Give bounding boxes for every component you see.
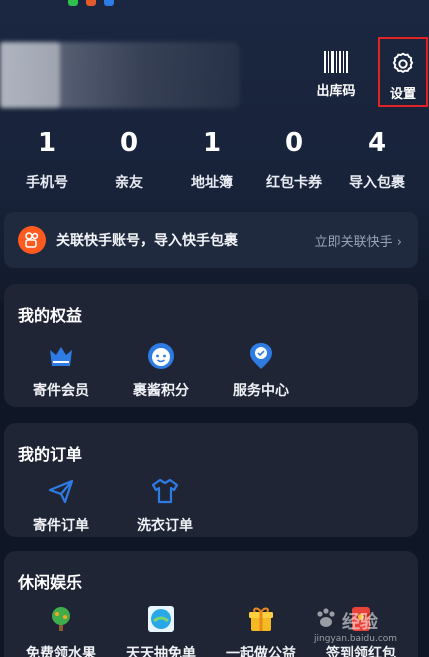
- stat-coupons[interactable]: 0 红包卡券: [254, 128, 334, 192]
- stat-value: 1: [37, 128, 57, 158]
- shirt-icon: [151, 478, 179, 504]
- send-orders-item[interactable]: 寄件订单: [18, 475, 104, 535]
- mascot-icon: [148, 343, 174, 369]
- settings-button[interactable]: 设置: [378, 37, 428, 107]
- stat-value: 0: [119, 128, 139, 158]
- charity-item[interactable]: 一起做公益: [218, 603, 304, 657]
- free-fruit-item[interactable]: 免费领水果: [18, 603, 104, 657]
- stat-label: 导入包裹: [349, 175, 405, 191]
- kuaishou-link-banner[interactable]: 关联快手账号，导入快手包裹 立即关联快手 ›: [4, 212, 418, 268]
- lottery-icon: [148, 606, 174, 632]
- profile-info-blurred[interactable]: [0, 42, 240, 108]
- stat-phone[interactable]: 1 手机号: [7, 128, 87, 192]
- stat-value: 1: [202, 128, 222, 158]
- paw-logo-icon: [317, 608, 335, 627]
- stat-label: 亲友: [115, 175, 143, 191]
- watermark: 经验 jingyan.baidu.com: [310, 606, 420, 650]
- watermark-url: jingyan.baidu.com: [314, 634, 398, 644]
- crown-icon: [50, 347, 72, 366]
- kuaishou-icon: [18, 226, 46, 254]
- stat-label: 地址簿: [191, 175, 233, 191]
- service-center-item[interactable]: 服务中心: [218, 340, 304, 400]
- settings-label: 设置: [389, 87, 416, 102]
- item-label: 寄件会员: [33, 383, 89, 399]
- stat-label: 手机号: [26, 175, 68, 191]
- stat-address-book[interactable]: 1 地址簿: [172, 128, 252, 192]
- laundry-orders-item[interactable]: 洗衣订单: [122, 475, 208, 535]
- orders-card: 我的订单 寄件订单 洗衣订单: [4, 423, 418, 537]
- gift-icon: [249, 607, 273, 631]
- notification-icon: [86, 0, 96, 6]
- item-label: 服务中心: [233, 383, 289, 399]
- gear-icon: [392, 52, 414, 74]
- item-label: 洗衣订单: [137, 518, 193, 534]
- item-label: 一起做公益: [226, 646, 296, 657]
- item-label: 裹酱积分: [133, 383, 189, 399]
- item-label: 天天抽免单: [126, 646, 196, 657]
- notification-icon: [68, 0, 78, 6]
- stat-label: 红包卡券: [266, 175, 322, 191]
- item-label: 免费领水果: [26, 646, 96, 657]
- fruit-tree-icon: [52, 607, 70, 631]
- barcode-icon: [324, 51, 348, 73]
- benefits-card: 我的权益 寄件会员 裹酱积分 服务中心: [4, 284, 418, 407]
- send-icon: [48, 479, 74, 504]
- stat-import-packages[interactable]: 4 导入包裹: [337, 128, 417, 192]
- benefits-title: 我的权益: [18, 306, 83, 325]
- orders-title: 我的订单: [18, 445, 83, 464]
- item-label: 寄件订单: [33, 518, 89, 534]
- stat-family[interactable]: 0 亲友: [89, 128, 169, 192]
- stat-value: 0: [284, 128, 304, 158]
- barcode-label: 出库码: [316, 84, 356, 99]
- points-item[interactable]: 裹酱积分: [118, 340, 204, 400]
- status-bar: [0, 0, 429, 10]
- member-item[interactable]: 寄件会员: [18, 340, 104, 400]
- barcode-button[interactable]: 出库码: [313, 50, 359, 99]
- notification-icon: [104, 0, 114, 6]
- watermark-text: 经验: [342, 612, 378, 633]
- stats-row: 1 手机号 0 亲友 1 地址簿 0 红包卡券 4 导入包裹: [0, 128, 429, 196]
- banner-text: 关联快手账号，导入快手包裹: [56, 233, 238, 249]
- daily-lottery-item[interactable]: 天天抽免单: [118, 603, 204, 657]
- badge-icon: [250, 343, 272, 369]
- leisure-title: 休闲娱乐: [18, 573, 83, 592]
- stat-value: 4: [367, 128, 387, 158]
- link-kuaishou-button[interactable]: 立即关联快手 ›: [315, 231, 402, 250]
